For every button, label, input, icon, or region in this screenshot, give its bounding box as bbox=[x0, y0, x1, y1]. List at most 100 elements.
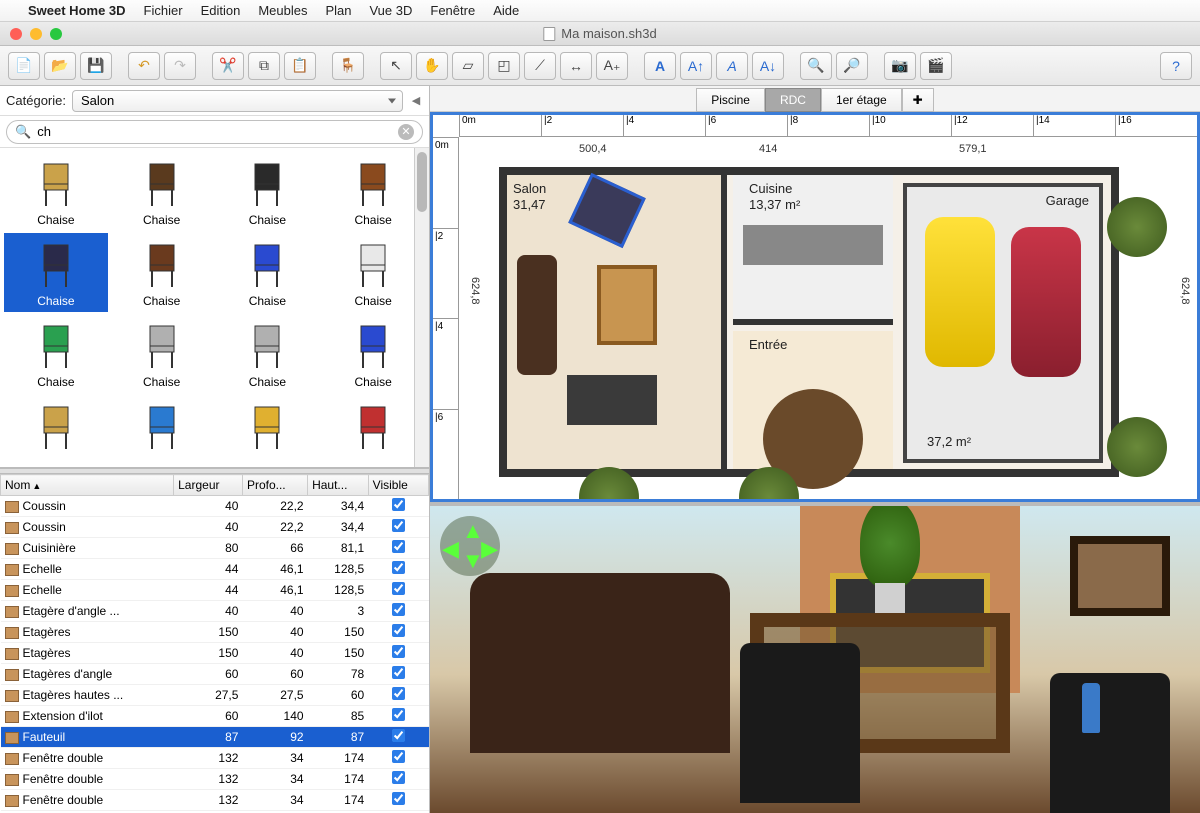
catalog-item[interactable]: Chaise bbox=[4, 233, 108, 312]
select-tool-button[interactable]: ↖ bbox=[380, 52, 412, 80]
menu-plan[interactable]: Plan bbox=[325, 3, 351, 18]
col-hauteur[interactable]: Haut... bbox=[308, 475, 369, 496]
copy-button[interactable]: ⧉ bbox=[248, 52, 280, 80]
text-italic-button[interactable]: A bbox=[716, 52, 748, 80]
menu-meubles[interactable]: Meubles bbox=[258, 3, 307, 18]
furniture-row[interactable]: Etagères hautes ... 27,527,560 bbox=[1, 685, 429, 706]
app-name[interactable]: Sweet Home 3D bbox=[28, 3, 126, 18]
text-bold-button[interactable]: A bbox=[644, 52, 676, 80]
visible-checkbox[interactable] bbox=[392, 792, 405, 805]
furniture-row[interactable]: Etagères 15040150 bbox=[1, 622, 429, 643]
window-minimize-button[interactable] bbox=[30, 28, 42, 40]
catalog-item[interactable] bbox=[4, 395, 108, 460]
room-cuisine[interactable]: Cuisine 13,37 m² bbox=[733, 175, 893, 325]
catalog-item[interactable]: Chaise bbox=[321, 314, 425, 393]
floorplan[interactable]: 500,4 414 579,1 624,8 624,8 Salon 31,47 bbox=[459, 137, 1197, 499]
catalog-item[interactable] bbox=[216, 395, 320, 460]
catalog-item[interactable]: Chaise bbox=[216, 152, 320, 231]
furniture-row[interactable]: Etagères 15040150 bbox=[1, 643, 429, 664]
search-input[interactable] bbox=[37, 124, 392, 139]
text-decrease-button[interactable]: A↓ bbox=[752, 52, 784, 80]
col-visible[interactable]: Visible bbox=[368, 475, 428, 496]
furniture-row[interactable]: Fenêtre double 13234174 bbox=[1, 790, 429, 811]
furniture-catalog[interactable]: Chaise Chaise Chaise Chaise Chaise Chais… bbox=[0, 148, 429, 468]
cut-button[interactable]: ✂️ bbox=[212, 52, 244, 80]
car-red[interactable] bbox=[1011, 227, 1081, 377]
furniture-row[interactable]: Fenêtre double 13234174 bbox=[1, 748, 429, 769]
view-3d[interactable]: ▲ ▼ ◀ ▶ bbox=[430, 506, 1200, 813]
redo-button[interactable]: ↷ bbox=[164, 52, 196, 80]
catalog-item[interactable]: Chaise bbox=[321, 152, 425, 231]
furniture-row[interactable]: Etagère d'angle ... 40403 bbox=[1, 601, 429, 622]
tree-icon[interactable] bbox=[1107, 197, 1167, 257]
tree-icon[interactable] bbox=[1107, 417, 1167, 477]
create-wall-button[interactable]: ▱ bbox=[452, 52, 484, 80]
plan-canvas[interactable]: 0m|2|4|6|8|10|12|14|16 0m|2|4|6 500,4 41… bbox=[430, 112, 1200, 502]
menu-aide[interactable]: Aide bbox=[493, 3, 519, 18]
dining-table[interactable] bbox=[567, 375, 657, 425]
visible-checkbox[interactable] bbox=[392, 687, 405, 700]
catalog-item[interactable]: Chaise bbox=[110, 314, 214, 393]
rug[interactable] bbox=[597, 265, 657, 345]
sofa[interactable] bbox=[517, 255, 557, 375]
create-room-button[interactable]: ◰ bbox=[488, 52, 520, 80]
furniture-list[interactable]: Nom▲ Largeur Profo... Haut... Visible Co… bbox=[0, 474, 429, 813]
visible-checkbox[interactable] bbox=[392, 561, 405, 574]
furniture-row[interactable]: Fauteuil 879287 bbox=[1, 727, 429, 748]
create-label-button[interactable]: A₊ bbox=[596, 52, 628, 80]
zoom-in-button[interactable]: 🔍 bbox=[800, 52, 832, 80]
catalog-scrollbar[interactable] bbox=[414, 148, 429, 467]
tab-rdc[interactable]: RDC bbox=[765, 88, 821, 112]
furniture-row[interactable]: Etagères d'angle 606078 bbox=[1, 664, 429, 685]
visible-checkbox[interactable] bbox=[392, 729, 405, 742]
3d-nav-compass[interactable]: ▲ ▼ ◀ ▶ bbox=[440, 516, 500, 576]
catalog-item[interactable]: Chaise bbox=[110, 233, 214, 312]
zoom-out-button[interactable]: 🔎 bbox=[836, 52, 868, 80]
visible-checkbox[interactable] bbox=[392, 519, 405, 532]
catalog-item[interactable]: Chaise bbox=[216, 314, 320, 393]
furniture-row[interactable]: Coussin 4022,234,4 bbox=[1, 496, 429, 517]
catalog-item[interactable]: Chaise bbox=[321, 233, 425, 312]
collapse-catalog-icon[interactable]: ◀ bbox=[409, 94, 423, 108]
house-outline[interactable]: Salon 31,47 Cuisine 13,37 m² bbox=[499, 167, 1119, 477]
create-dimension-button[interactable]: ↔ bbox=[560, 52, 592, 80]
visible-checkbox[interactable] bbox=[392, 582, 405, 595]
catalog-item[interactable] bbox=[110, 395, 214, 460]
col-nom[interactable]: Nom▲ bbox=[1, 475, 174, 496]
window-zoom-button[interactable] bbox=[50, 28, 62, 40]
catalog-item[interactable]: Chaise bbox=[4, 314, 108, 393]
text-increase-button[interactable]: A↑ bbox=[680, 52, 712, 80]
open-button[interactable]: 📂 bbox=[44, 52, 76, 80]
catalog-item[interactable]: Chaise bbox=[216, 233, 320, 312]
tab-1er-etage[interactable]: 1er étage bbox=[821, 88, 902, 112]
paste-button[interactable]: 📋 bbox=[284, 52, 316, 80]
col-profondeur[interactable]: Profo... bbox=[242, 475, 307, 496]
add-furniture-button[interactable]: 🪑 bbox=[332, 52, 364, 80]
catalog-item[interactable] bbox=[321, 395, 425, 460]
create-video-button[interactable]: 🎬 bbox=[920, 52, 952, 80]
menu-fichier[interactable]: Fichier bbox=[144, 3, 183, 18]
take-photo-button[interactable]: 📷 bbox=[884, 52, 916, 80]
new-button[interactable]: 📄 bbox=[8, 52, 40, 80]
furniture-row[interactable]: Echelle 4446,1128,5 bbox=[1, 559, 429, 580]
room-garage[interactable]: Garage 37,2 m² bbox=[903, 183, 1103, 463]
menu-fenetre[interactable]: Fenêtre bbox=[430, 3, 475, 18]
furniture-row[interactable]: Extension d'ilot 6014085 bbox=[1, 706, 429, 727]
furniture-row[interactable]: Coussin 4022,234,4 bbox=[1, 517, 429, 538]
catalog-item[interactable]: Chaise bbox=[110, 152, 214, 231]
selected-chair-in-plan[interactable] bbox=[568, 173, 646, 248]
window-close-button[interactable] bbox=[10, 28, 22, 40]
add-level-button[interactable]: ✚ bbox=[902, 88, 934, 112]
tab-piscine[interactable]: Piscine bbox=[696, 88, 765, 112]
room-entree[interactable]: Entrée 15,73 m² bbox=[733, 331, 893, 469]
menu-vue3d[interactable]: Vue 3D bbox=[369, 3, 412, 18]
catalog-search[interactable]: 🔍 ✕ bbox=[6, 120, 423, 144]
visible-checkbox[interactable] bbox=[392, 498, 405, 511]
room-salon[interactable]: Salon 31,47 bbox=[507, 175, 727, 469]
save-button[interactable]: 💾 bbox=[80, 52, 112, 80]
visible-checkbox[interactable] bbox=[392, 666, 405, 679]
visible-checkbox[interactable] bbox=[392, 645, 405, 658]
furniture-row[interactable]: Echelle 4446,1128,5 bbox=[1, 580, 429, 601]
clear-search-button[interactable]: ✕ bbox=[398, 124, 414, 140]
car-yellow[interactable] bbox=[925, 217, 995, 367]
